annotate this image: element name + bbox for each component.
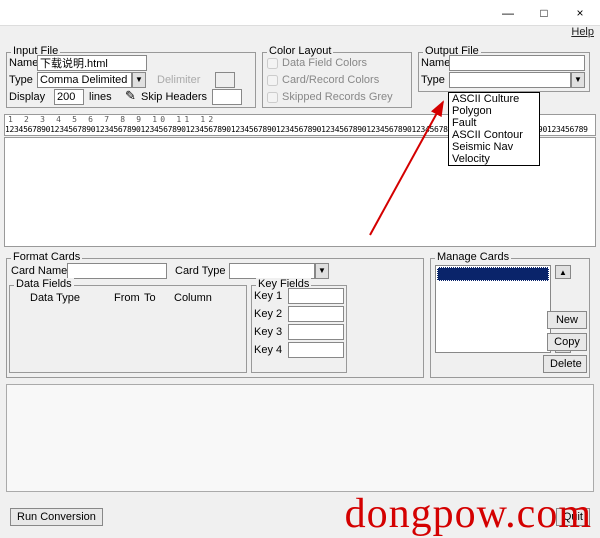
cardname-label: Card Name [11,265,67,277]
output-type-label: Type [421,74,445,86]
output-type-dropdown-icon[interactable]: ▼ [571,72,585,88]
maximize-button[interactable]: □ [526,2,562,24]
format-cards-group: Format Cards Card Name Card Type ▼ Data … [6,258,424,378]
minimize-button[interactable]: — [490,2,526,24]
window-titlebar: — □ × [0,0,600,26]
cardtype-label: Card Type [175,265,226,277]
key3-label: Key 3 [254,326,282,338]
input-type-dropdown-icon[interactable]: ▼ [132,72,146,88]
input-file-group: Input File Name Type ▼ Delimiter Display… [6,52,256,108]
input-name-field[interactable] [37,55,147,71]
name-label: Name [9,57,38,69]
delete-button[interactable]: Delete [543,355,587,373]
lower-panel [6,384,594,492]
key2-field[interactable] [288,306,344,322]
format-cards-legend: Format Cards [11,251,82,263]
key1-field[interactable] [288,288,344,304]
col-column: Column [174,292,212,304]
col-datatype: Data Type [30,292,80,304]
key1-label: Key 1 [254,290,282,302]
skip-headers-field[interactable] [212,89,242,105]
dropdown-option[interactable]: Polygon [449,105,539,117]
cardtype-field[interactable] [229,263,315,279]
close-button[interactable]: × [562,2,598,24]
run-conversion-button[interactable]: Run Conversion [10,508,103,526]
display-label: Display [9,91,45,103]
manage-cards-legend: Manage Cards [435,251,511,263]
dropdown-option[interactable]: ASCII Contour [449,129,539,141]
output-name-label: Name [421,57,450,69]
delimiter-label: Delimiter [157,74,200,86]
output-type-dropdown-list[interactable]: ASCII Culture Polygon Fault ASCII Contou… [448,92,540,166]
card-record-colors-check[interactable]: Card/Record Colors [267,74,379,86]
color-layout-legend: Color Layout [267,45,333,57]
output-file-group: Output File Name Type ▼ [418,52,590,92]
manage-cards-group: Manage Cards ▲ ▼ New Copy Delete [430,258,590,378]
menubar: Help [0,26,600,42]
selected-card[interactable] [437,267,549,281]
type-label: Type [9,74,33,86]
col-from: From [114,292,140,304]
key-fields-group: Key Fields Key 1 Key 2 Key 3 Key 4 [251,285,347,373]
delimiter-field [215,72,235,88]
data-field-colors-check[interactable]: Data Field Colors [267,57,367,69]
display-lines-field[interactable] [54,89,84,105]
skip-headers-label: Skip Headers [141,91,207,103]
col-to: To [144,292,156,304]
key3-field[interactable] [288,324,344,340]
lines-label: lines [89,91,112,103]
input-type-field[interactable] [37,72,132,88]
pencil-icon[interactable]: ✎ [125,88,136,104]
help-menu[interactable]: Help [571,26,594,38]
dropdown-option[interactable]: ASCII Culture [449,93,539,105]
output-type-field[interactable] [449,72,571,88]
data-fields-legend: Data Fields [14,278,74,290]
dropdown-option[interactable]: Seismic Nav [449,141,539,153]
skipped-records-grey-check[interactable]: Skipped Records Grey [267,91,393,103]
cardtype-dropdown-icon[interactable]: ▼ [315,263,329,279]
output-name-field[interactable] [449,55,585,71]
watermark-text: dongpow.com [345,490,592,538]
new-button[interactable]: New [547,311,587,329]
key2-label: Key 2 [254,308,282,320]
key4-field[interactable] [288,342,344,358]
data-fields-group: Data Fields Data Type From To Column [9,285,247,373]
dropdown-option[interactable]: Velocity [449,153,539,165]
copy-button[interactable]: Copy [547,333,587,351]
dropdown-option[interactable]: Fault [449,117,539,129]
cardname-field[interactable] [67,263,167,279]
key4-label: Key 4 [254,344,282,356]
color-layout-group: Color Layout Data Field Colors Card/Reco… [262,52,412,108]
cards-listbox[interactable] [435,265,551,353]
list-up-icon[interactable]: ▲ [555,265,571,279]
